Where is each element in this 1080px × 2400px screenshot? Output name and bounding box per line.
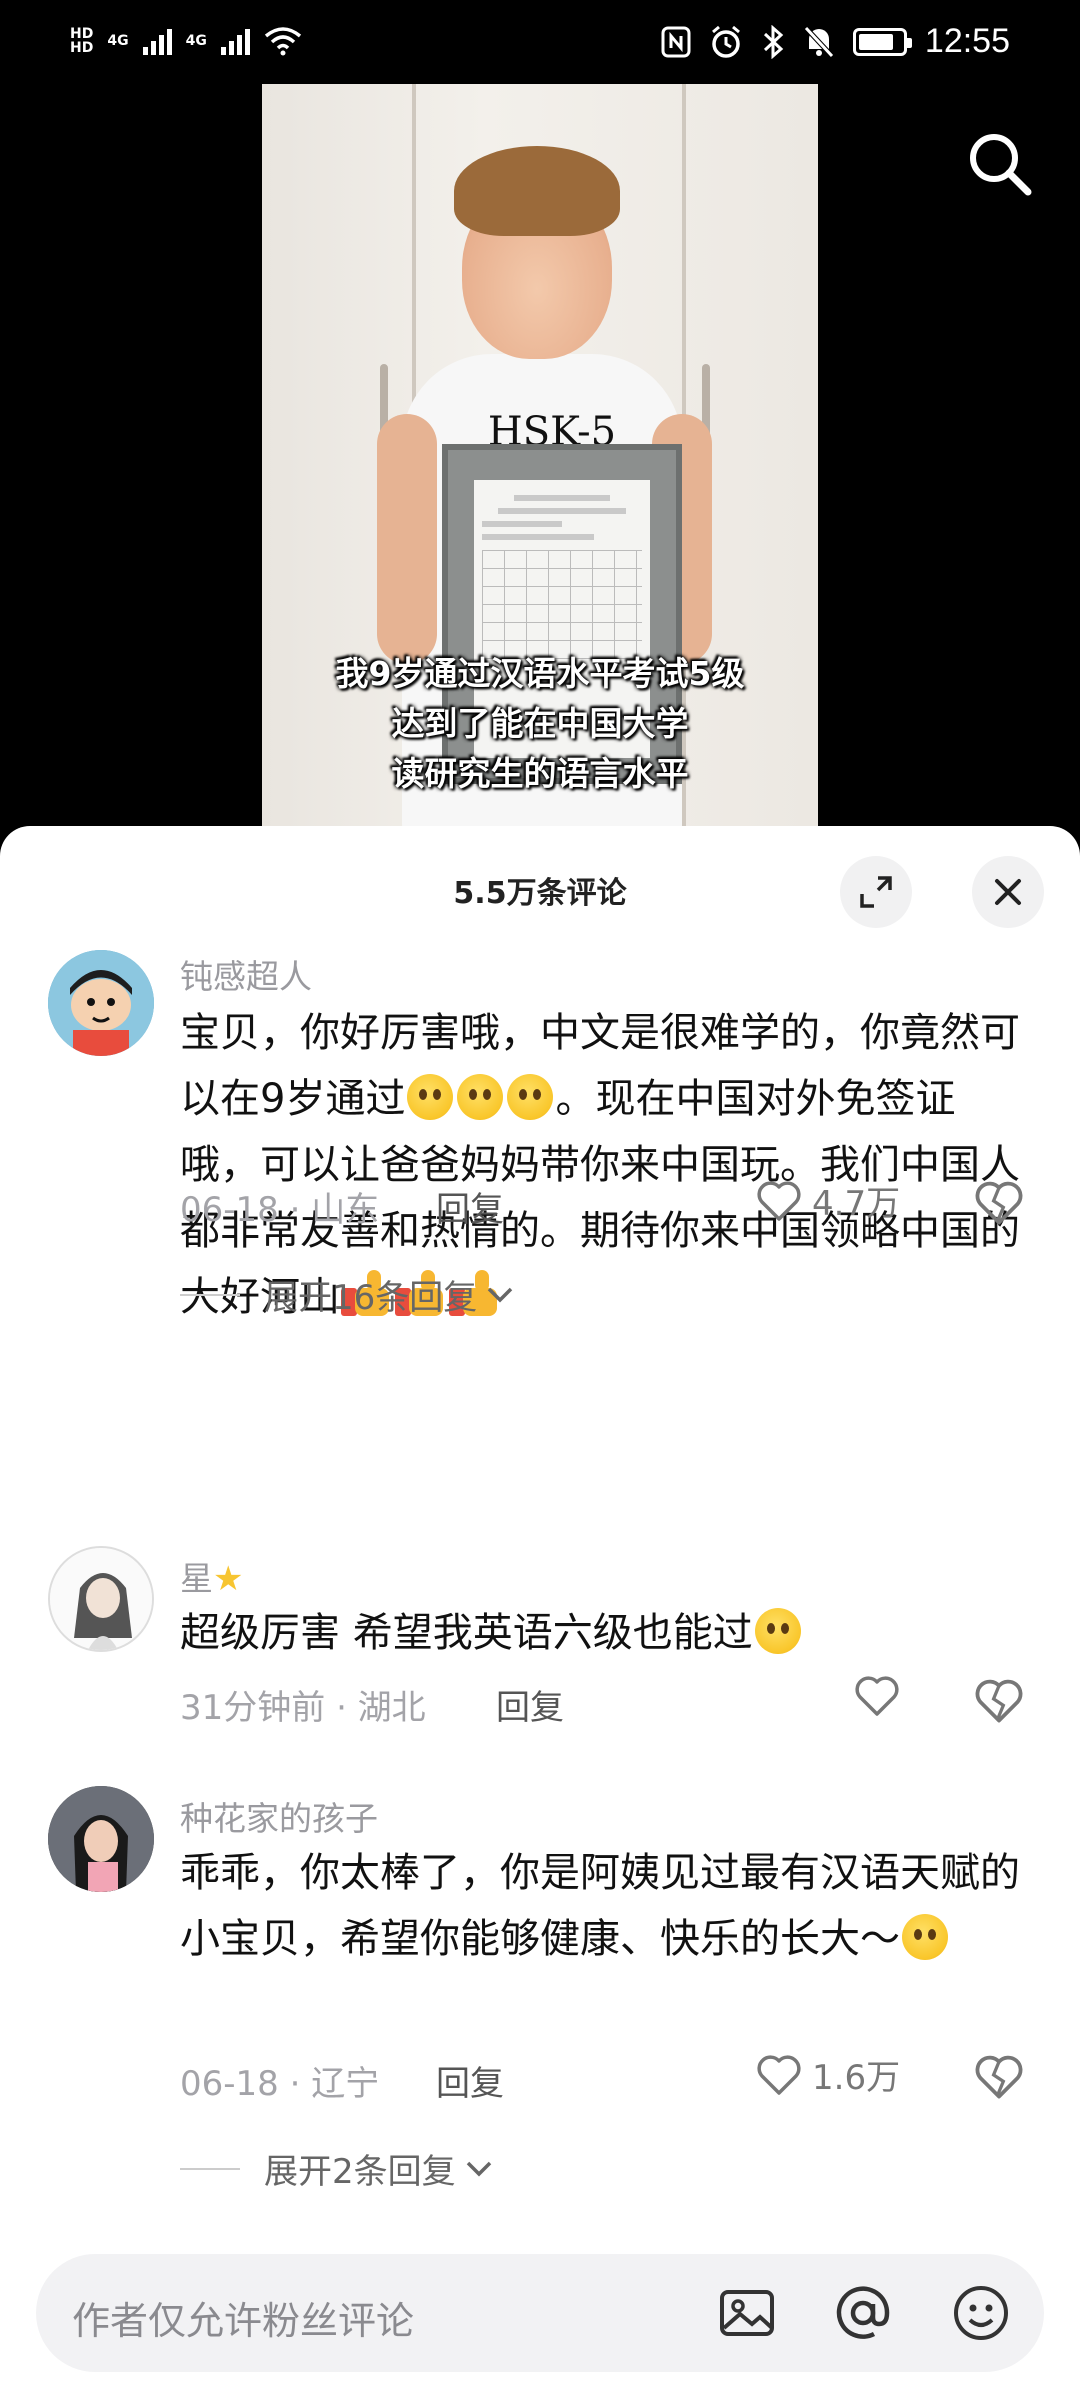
avatar[interactable] xyxy=(48,950,154,1056)
teary-emoji xyxy=(407,1074,454,1120)
comment-username[interactable]: 种花家的孩子 xyxy=(180,1792,378,1840)
boy-arm xyxy=(377,414,437,664)
like-count: 4.7万 xyxy=(812,1184,901,1224)
at-icon[interactable] xyxy=(832,2282,894,2344)
emoji-icon[interactable] xyxy=(950,2282,1012,2344)
comments-sheet: 5.5万条评论 钝感超人 宝贝，你好厉害哦，中文是很难学的，你竟然可以在9岁通过… xyxy=(0,826,1080,2400)
expand-button[interactable] xyxy=(840,856,912,928)
broken-heart-icon[interactable] xyxy=(974,1178,1024,1228)
video-player[interactable]: HSK-5 我9岁通过汉语水平考试5级 达到了能在中国大学 读研究生的语言水平 xyxy=(0,84,1080,844)
nfc-icon xyxy=(661,26,691,57)
like-button[interactable]: 4.7万 xyxy=(756,1176,900,1225)
broken-heart-icon[interactable] xyxy=(974,1676,1024,1726)
chevron-down-icon xyxy=(466,2161,491,2176)
comment-meta: 06-18 · 辽宁 xyxy=(180,2064,380,2104)
network-type-2: 4G xyxy=(185,33,207,49)
comment-text: 乖乖，你太棒了，你是阿姨见过最有汉语天赋的小宝贝，希望你能够健康、快乐的长大～ xyxy=(180,1850,1020,1962)
chevron-down-icon xyxy=(488,1287,513,1302)
signal-icon xyxy=(142,27,172,55)
reply-button[interactable]: 回复 xyxy=(496,1680,564,1729)
image-icon[interactable] xyxy=(716,2282,778,2344)
alarm-icon xyxy=(711,25,740,58)
like-button[interactable] xyxy=(854,1674,900,1718)
heart-icon xyxy=(757,2054,801,2095)
teary-emoji xyxy=(457,1074,504,1120)
signal-icon-2 xyxy=(220,27,250,55)
status-right: 12:55 xyxy=(661,22,1010,61)
like-button[interactable]: 1.6万 xyxy=(756,2050,900,2099)
comment-meta: 06-18 · 山东 xyxy=(180,1190,380,1230)
bluetooth-icon xyxy=(763,24,784,59)
comment-username[interactable]: 星★ xyxy=(180,1552,243,1600)
comment-meta: 31分钟前 · 湖北 xyxy=(180,1688,426,1728)
clock: 12:55 xyxy=(924,22,1010,60)
avatar[interactable] xyxy=(48,1786,154,1892)
expand-icon xyxy=(860,876,892,908)
reply-button[interactable]: 回复 xyxy=(436,1182,504,1231)
battery-icon xyxy=(852,27,912,56)
close-button[interactable] xyxy=(972,856,1044,928)
wifi-icon xyxy=(264,27,301,56)
search-icon[interactable] xyxy=(964,128,1034,198)
expand-replies[interactable]: 展开2条回复 xyxy=(264,2144,494,2193)
star-emoji: ★ xyxy=(213,1559,244,1599)
mute-icon xyxy=(804,25,834,58)
teary-emoji xyxy=(507,1074,554,1120)
expand-replies[interactable]: 展开16条回复 xyxy=(264,1270,515,1319)
close-icon xyxy=(995,879,1021,905)
laughing-emoji xyxy=(754,1608,801,1654)
comment-input-bar[interactable]: 作者仅允许粉丝评论 xyxy=(36,2254,1044,2372)
video-frame: HSK-5 我9岁通过汉语水平考试5级 达到了能在中国大学 读研究生的语言水平 xyxy=(262,84,818,844)
comment-username[interactable]: 钝感超人 xyxy=(180,950,312,998)
boy-hair xyxy=(454,146,620,236)
comments-title: 5.5万条评论 xyxy=(453,876,627,911)
hd-indicator: HD HD xyxy=(70,26,94,56)
comment-text: 超级厉害 希望我英语六级也能过 xyxy=(180,1600,1022,1666)
heart-icon xyxy=(757,1180,801,1221)
heart-icon xyxy=(855,1676,899,1716)
avatar[interactable] xyxy=(48,1546,154,1652)
broken-heart-icon[interactable] xyxy=(974,2052,1024,2102)
like-count: 1.6万 xyxy=(812,2058,901,2098)
grin-emoji xyxy=(902,1914,948,1960)
video-caption: 我9岁通过汉语水平考试5级 达到了能在中国大学 读研究生的语言水平 xyxy=(335,654,745,793)
status-left: HD HD 4G 4G xyxy=(70,26,302,56)
status-bar: HD HD 4G 4G 12:55 xyxy=(0,0,1080,84)
network-type-1: 4G xyxy=(107,33,129,49)
comment-input-placeholder[interactable]: 作者仅允许粉丝评论 xyxy=(72,2290,414,2345)
reply-button[interactable]: 回复 xyxy=(436,2056,504,2105)
divider xyxy=(180,1294,240,1296)
divider xyxy=(180,2168,240,2170)
